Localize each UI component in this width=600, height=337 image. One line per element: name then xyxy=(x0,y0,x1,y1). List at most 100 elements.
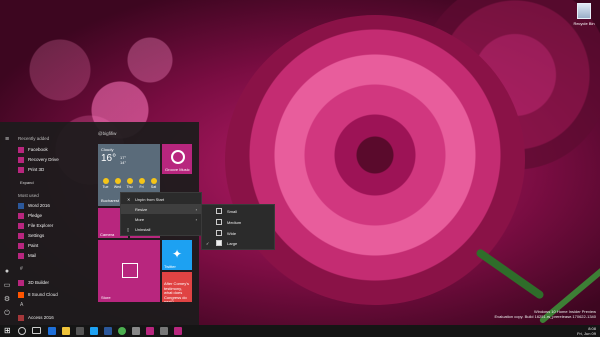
tile-group-header: @bigfifiw xyxy=(98,131,117,136)
system-tray-clock[interactable]: 8:08 Fri, Jun 09 xyxy=(577,326,596,336)
size-large-icon xyxy=(216,240,222,246)
size-small-icon xyxy=(216,208,222,214)
store-tile[interactable]: Store xyxy=(98,240,160,302)
app-print-3d[interactable]: Print 3D xyxy=(18,165,94,174)
app-word[interactable]: Word 2016 xyxy=(18,201,94,210)
trash-icon: ▯ xyxy=(127,226,130,232)
sun-icon xyxy=(138,178,145,184)
menu-item-label: Medium xyxy=(227,219,242,225)
recovery-drive-icon xyxy=(18,156,24,163)
size-large[interactable]: ✓ Large xyxy=(202,238,274,248)
app-pledge[interactable]: Pledge xyxy=(18,211,94,220)
expand-button[interactable]: Expand xyxy=(20,180,34,185)
documents-icon[interactable]: ▭ xyxy=(3,282,11,290)
forecast-day-label: Tue xyxy=(102,185,109,189)
menu-item-label: Unpin from Start xyxy=(135,196,165,202)
app-paint[interactable]: Paint xyxy=(18,241,94,250)
pledge-icon xyxy=(18,212,24,219)
app-file-explorer[interactable]: File Explorer xyxy=(18,221,94,230)
edge-icon[interactable] xyxy=(48,327,56,335)
app-icon[interactable] xyxy=(174,327,182,335)
word-icon[interactable] xyxy=(104,327,112,335)
start-button[interactable]: ⊞ xyxy=(4,327,12,335)
store-bag-icon xyxy=(122,263,138,278)
unpin-icon: ✕ xyxy=(127,196,131,202)
size-small[interactable]: Small xyxy=(202,206,274,216)
power-icon[interactable]: ⏻ xyxy=(3,310,11,318)
tile-label: Store xyxy=(101,295,111,300)
app-recovery-drive[interactable]: Recovery Drive xyxy=(18,155,94,164)
print-3d-icon xyxy=(18,166,24,173)
app-label: Facebook xyxy=(28,147,48,152)
gear-icon xyxy=(18,232,24,239)
menu-item-resize[interactable]: Resize › xyxy=(121,204,201,214)
settings-icon[interactable]: ⚙ xyxy=(3,296,11,304)
app-label: Paint xyxy=(28,243,39,248)
mail-icon[interactable] xyxy=(132,327,140,335)
chrome-icon[interactable] xyxy=(118,327,126,335)
app-facebook[interactable]: Facebook xyxy=(18,145,94,154)
sun-icon xyxy=(126,178,133,184)
news-tile[interactable]: After Comey's testimony, what does Congr… xyxy=(162,272,192,302)
forecast-day: Tue xyxy=(101,178,110,189)
letter-header-a[interactable]: A xyxy=(20,302,23,308)
paint-icon xyxy=(18,242,24,249)
access-icon xyxy=(18,314,24,321)
app-label: Access 2016 xyxy=(28,315,54,320)
size-wide[interactable]: Wide xyxy=(202,228,274,238)
sun-icon xyxy=(114,178,121,184)
menu-item-unpin[interactable]: ✕ Unpin from Start xyxy=(121,194,201,204)
twitter-tile[interactable]: ✦ Twitter xyxy=(162,240,192,270)
app-icon[interactable] xyxy=(160,327,168,335)
checkmark-icon: ✓ xyxy=(206,240,210,246)
menu-item-label: Large xyxy=(227,240,238,246)
news-headline: After Comey's testimony, what does Congr… xyxy=(164,281,189,302)
weather-temp: 16° xyxy=(101,153,117,164)
weather-hilo: 17° 14° xyxy=(120,155,126,165)
menu-item-label: Resize xyxy=(135,206,148,212)
store-icon[interactable] xyxy=(76,327,84,335)
app-sound-cloud[interactable]: 8 Sound Cloud xyxy=(18,290,94,299)
letter-header-hash[interactable]: # xyxy=(20,266,23,272)
twitter-icon[interactable] xyxy=(90,327,98,335)
facebook-icon xyxy=(18,146,24,153)
app-label: Word 2016 xyxy=(28,203,50,208)
word-icon xyxy=(18,202,24,209)
forecast-day: Fri xyxy=(137,178,146,189)
menu-item-label: More xyxy=(135,216,145,222)
recycle-bin[interactable]: Recycle Bin xyxy=(570,3,598,26)
user-icon[interactable]: ● xyxy=(3,268,11,276)
sun-icon xyxy=(150,178,157,184)
app-label: Settings xyxy=(28,233,45,238)
3d-builder-icon xyxy=(18,279,24,286)
sun-icon xyxy=(102,178,109,184)
app-icon[interactable] xyxy=(146,327,154,335)
app-3d-builder[interactable]: 3D Builder xyxy=(18,278,94,287)
app-label: 3D Builder xyxy=(28,280,50,285)
menu-item-more[interactable]: More › xyxy=(121,214,201,224)
weather-condition: Cloudy xyxy=(101,147,114,152)
hamburger-icon[interactable]: ≡ xyxy=(3,136,11,144)
app-mail[interactable]: Mail xyxy=(18,251,94,260)
app-list: Recently added Facebook Recovery Drive P… xyxy=(16,122,94,325)
recently-added-header: Recently added xyxy=(18,136,50,141)
chevron-right-icon: › xyxy=(195,206,197,212)
recycle-bin-label: Recycle Bin xyxy=(573,21,595,26)
size-medium[interactable]: Medium xyxy=(202,217,274,227)
app-access[interactable]: Access 2016 xyxy=(18,313,94,322)
weather-lo: 14° xyxy=(120,160,127,165)
menu-item-label: Wide xyxy=(227,230,237,236)
size-medium-icon xyxy=(216,219,222,225)
tile-context-menu: ✕ Unpin from Start Resize › More › ▯ Uninsta… xyxy=(120,192,202,236)
file-explorer-icon[interactable] xyxy=(62,327,70,335)
wallpaper-stem xyxy=(474,247,546,301)
groove-music-tile[interactable]: Groove Music xyxy=(162,144,192,174)
start-rail: ≡ ● ▭ ⚙ ⏻ xyxy=(0,122,14,325)
app-settings[interactable]: Settings xyxy=(18,231,94,240)
chevron-right-icon: › xyxy=(195,216,197,222)
search-icon[interactable] xyxy=(18,327,26,335)
menu-item-uninstall[interactable]: ▯ Uninstall xyxy=(121,224,201,234)
tile-label: Groove Music xyxy=(165,167,190,172)
most-used-header: Most used xyxy=(18,193,39,198)
task-view-icon[interactable] xyxy=(32,327,41,334)
